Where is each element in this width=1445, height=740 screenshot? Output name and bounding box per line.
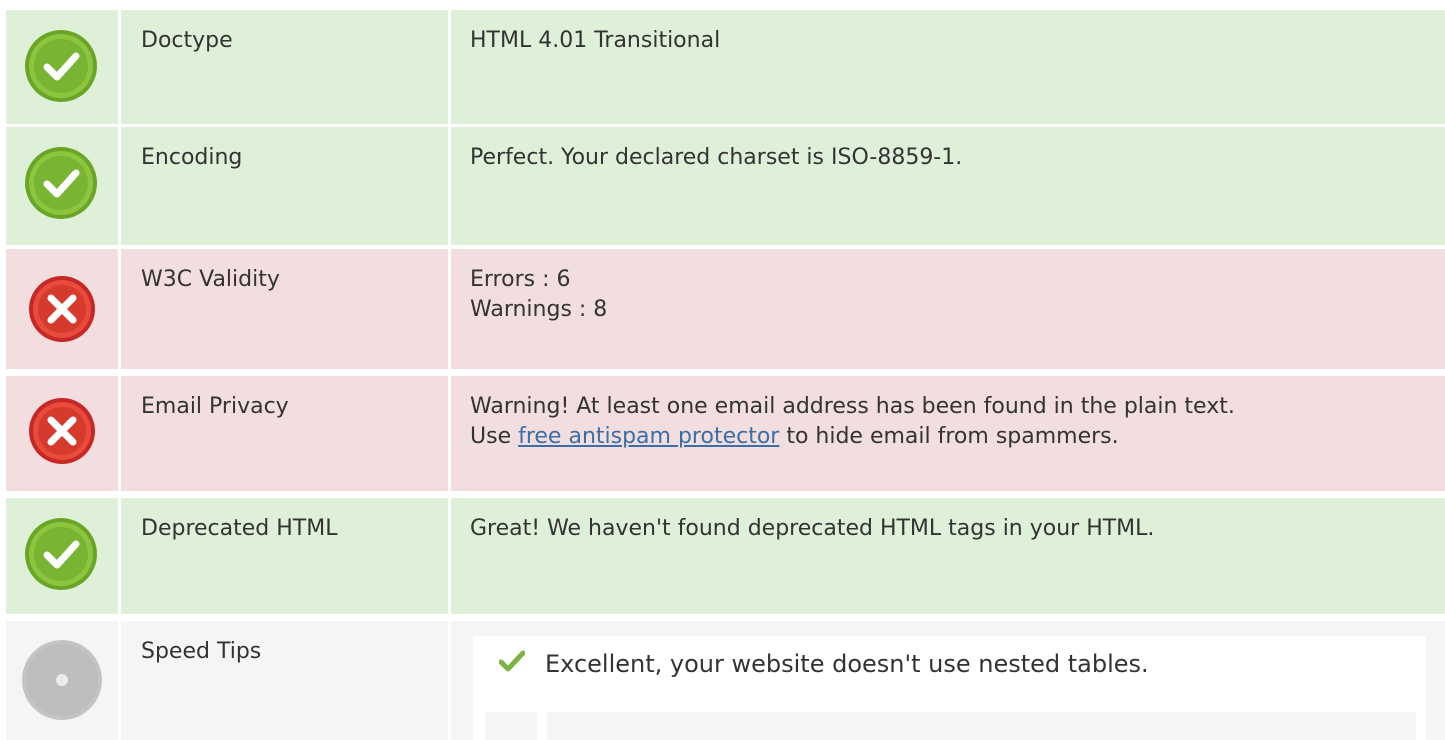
check-result: Perfect. Your declared charset is ISO-88… [470, 143, 1428, 173]
cross-circle-icon [29, 276, 95, 342]
result-row-encoding: Encoding Perfect. Your declared charset … [6, 127, 1445, 245]
link-suffix: to hide email from spammers. [779, 424, 1119, 449]
status-cell [6, 498, 118, 614]
check-name-cell: Encoding [121, 127, 448, 245]
check-result: HTML 4.01 Transitional [470, 26, 1428, 56]
check-name: Doctype [141, 28, 233, 53]
check-result: Warning! At least one email address has … [470, 392, 1428, 452]
check-circle-icon [25, 30, 97, 102]
status-cell [6, 127, 118, 245]
check-name-cell: Doctype [121, 10, 448, 124]
tip-placeholder [485, 712, 537, 740]
antispam-protector-link[interactable]: free antispam protector [518, 424, 779, 449]
result-row-w3c-validity: W3C Validity Errors : 6 Warnings : 8 [6, 249, 1445, 369]
errors-count: Errors : 6 [470, 267, 571, 292]
check-name-cell: Speed Tips [121, 621, 448, 740]
check-name-cell: Deprecated HTML [121, 498, 448, 614]
status-cell [6, 376, 118, 491]
check-result-cell: Errors : 6 Warnings : 8 [451, 249, 1445, 369]
result-text: Great! We haven't found deprecated HTML … [470, 516, 1155, 541]
check-result: Errors : 6 Warnings : 8 [470, 265, 1428, 325]
check-result-cell: Great! We haven't found deprecated HTML … [451, 498, 1445, 614]
check-name-cell: Email Privacy [121, 376, 448, 491]
speed-tip-item: Excellent, your website doesn't use nest… [473, 636, 1426, 696]
check-result-cell: Perfect. Your declared charset is ISO-88… [451, 127, 1445, 245]
result-text: HTML 4.01 Transitional [470, 28, 721, 53]
check-result: Great! We haven't found deprecated HTML … [470, 514, 1428, 544]
status-cell [6, 10, 118, 124]
speed-tip-text: Excellent, your website doesn't use nest… [545, 650, 1149, 678]
link-prefix: Use [470, 424, 519, 449]
checkmark-icon [499, 650, 525, 672]
info-circle-icon [22, 640, 102, 720]
result-text: Perfect. Your declared charset is ISO-88… [470, 145, 963, 170]
check-result-cell: Excellent, your website doesn't use nest… [451, 621, 1445, 740]
warnings-count: Warnings : 8 [470, 297, 608, 322]
check-circle-icon [25, 147, 97, 219]
check-name: Deprecated HTML [141, 516, 338, 541]
result-text: Warning! At least one email address has … [470, 394, 1235, 419]
check-result-cell: Warning! At least one email address has … [451, 376, 1445, 491]
status-cell [6, 249, 118, 369]
check-name: Encoding [141, 145, 243, 170]
tip-placeholder [547, 712, 1416, 740]
antispam-line: Use free antispam protector to hide emai… [470, 422, 1428, 452]
check-result-cell: HTML 4.01 Transitional [451, 10, 1445, 124]
speed-tips-list: Excellent, your website doesn't use nest… [473, 636, 1426, 740]
check-name: Email Privacy [141, 394, 289, 419]
check-name: Speed Tips [141, 639, 262, 664]
check-name: W3C Validity [141, 267, 280, 292]
cross-circle-icon [29, 398, 95, 464]
result-row-doctype: Doctype HTML 4.01 Transitional [6, 10, 1445, 124]
result-row-speed-tips: Speed Tips Excellent, your website doesn… [6, 621, 1445, 740]
check-circle-icon [25, 518, 97, 590]
result-row-deprecated-html: Deprecated HTML Great! We haven't found … [6, 498, 1445, 614]
result-row-email-privacy: Email Privacy Warning! At least one emai… [6, 376, 1445, 491]
check-name-cell: W3C Validity [121, 249, 448, 369]
status-cell [6, 621, 118, 740]
